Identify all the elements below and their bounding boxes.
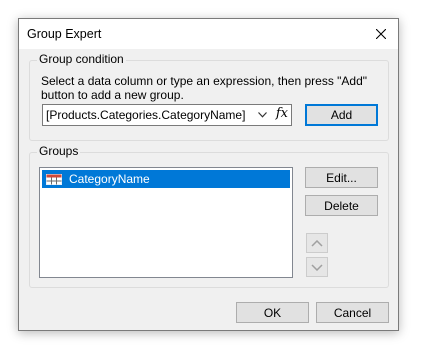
delete-button[interactable]: Delete — [305, 195, 378, 216]
dialog-title: Group Expert — [27, 27, 102, 41]
groups-list[interactable]: CategoryName — [39, 167, 293, 278]
move-down-button[interactable] — [306, 257, 328, 277]
group-condition-label: Group condition — [37, 52, 126, 66]
group-expert-dialog: Group Expert Group condition Select a da… — [18, 18, 399, 331]
chevron-down-icon — [311, 263, 323, 271]
list-item-label: CategoryName — [69, 172, 150, 186]
edit-button[interactable]: Edit... — [305, 167, 378, 188]
close-icon — [376, 29, 386, 39]
delete-button-label: Delete — [324, 198, 359, 213]
expression-value: [Products.Categories.CategoryName] — [46, 108, 246, 122]
ok-button[interactable]: OK — [236, 302, 309, 323]
groups-label: Groups — [37, 144, 81, 158]
list-item[interactable]: CategoryName — [42, 170, 290, 188]
title-bar: Group Expert — [19, 19, 398, 49]
edit-button-label: Edit... — [326, 170, 357, 185]
group-condition-description: Select a data column or type an expressi… — [41, 74, 368, 102]
expression-editor-button[interactable]: fx — [276, 106, 288, 121]
expression-combobox[interactable]: [Products.Categories.CategoryName] fx — [42, 104, 292, 126]
chevron-up-icon — [311, 239, 323, 247]
group-condition-box: Group condition Select a data column or … — [29, 52, 389, 141]
chevron-down-icon — [257, 112, 267, 118]
move-up-button[interactable] — [306, 233, 328, 253]
ok-button-label: OK — [263, 305, 282, 320]
add-button-label: Add — [330, 108, 353, 122]
dropdown-button[interactable] — [255, 108, 269, 122]
cancel-button[interactable]: Cancel — [316, 302, 389, 323]
add-button[interactable]: Add — [305, 104, 378, 126]
cancel-button-label: Cancel — [333, 305, 372, 320]
close-button[interactable] — [364, 19, 398, 49]
table-icon — [46, 174, 62, 188]
groups-box: Groups CategoryName Edit... Delete — [29, 144, 389, 288]
